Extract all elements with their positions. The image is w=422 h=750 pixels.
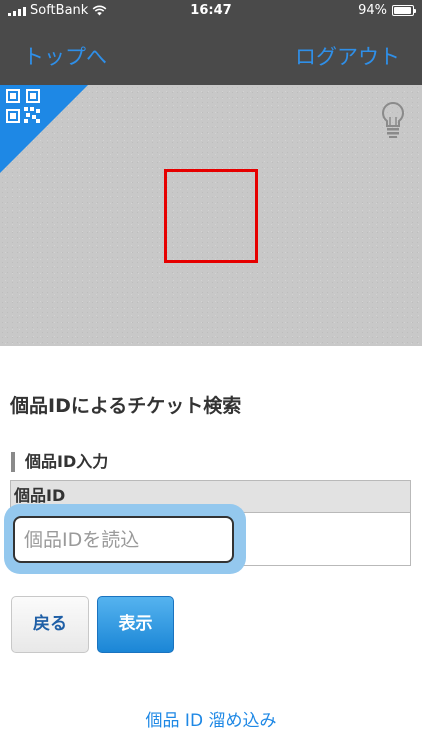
section-label: 個品ID入力	[11, 452, 108, 472]
qr-code-icon[interactable]	[6, 89, 44, 127]
logout-link[interactable]: ログアウト	[295, 41, 400, 71]
status-right: 94%	[358, 3, 416, 18]
battery-percent: 94%	[358, 3, 387, 18]
item-id-input[interactable]	[13, 516, 234, 563]
light-bulb-icon[interactable]	[380, 101, 406, 139]
nav-bar: トップへ ログアウト	[0, 22, 422, 85]
battery-fill	[394, 7, 411, 14]
item-id-accumulate-link[interactable]: 個品 ID 溜め込み	[0, 706, 422, 731]
camera-preview[interactable]	[0, 85, 422, 346]
show-button[interactable]: 表示	[97, 596, 174, 653]
status-bar: SoftBank 16:47 94%	[0, 0, 422, 22]
battery-icon	[392, 5, 416, 16]
scan-frame	[164, 169, 258, 263]
top-link[interactable]: トップへ	[23, 41, 107, 71]
page-title: 個品IDによるチケット検索	[10, 395, 242, 417]
back-button[interactable]: 戻る	[11, 596, 89, 653]
